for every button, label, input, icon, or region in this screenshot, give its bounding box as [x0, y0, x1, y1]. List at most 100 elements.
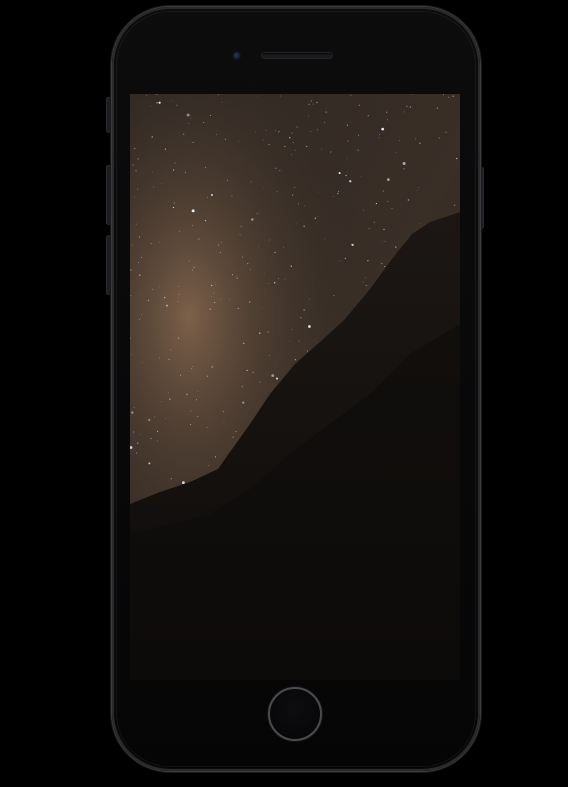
star — [317, 129, 319, 131]
star — [133, 431, 135, 433]
star — [387, 200, 389, 202]
star — [257, 246, 259, 247]
star — [292, 142, 294, 144]
star — [275, 167, 277, 169]
star — [350, 94, 352, 96]
star — [170, 478, 172, 480]
star — [191, 367, 193, 369]
star — [222, 411, 224, 413]
star — [384, 241, 386, 243]
star — [368, 227, 370, 229]
star — [156, 102, 158, 104]
star — [278, 278, 280, 279]
star — [226, 179, 229, 181]
power-button[interactable] — [480, 168, 483, 228]
star — [206, 426, 208, 428]
star — [235, 431, 237, 433]
mute-switch[interactable] — [107, 98, 110, 132]
star — [268, 354, 270, 356]
star — [242, 401, 245, 404]
star — [323, 122, 325, 123]
star — [262, 307, 264, 309]
star — [207, 375, 209, 377]
star — [166, 304, 168, 307]
star — [140, 292, 142, 294]
volume-down-button[interactable] — [107, 236, 110, 294]
star — [235, 276, 237, 278]
star — [137, 188, 139, 190]
star — [304, 205, 306, 207]
star — [150, 242, 152, 244]
star — [209, 114, 211, 116]
star — [134, 148, 136, 150]
star — [172, 169, 175, 171]
star — [220, 298, 222, 300]
star — [337, 193, 339, 195]
star — [316, 101, 318, 104]
star — [307, 115, 309, 117]
volume-up-button[interactable] — [107, 166, 110, 224]
star — [358, 104, 360, 106]
star — [172, 206, 175, 209]
star — [275, 377, 279, 380]
star — [309, 298, 311, 300]
star — [338, 260, 340, 261]
star — [247, 262, 249, 265]
star — [214, 456, 217, 458]
star — [159, 241, 160, 243]
star — [168, 358, 170, 361]
star — [274, 251, 276, 254]
star — [415, 138, 417, 140]
star — [308, 325, 311, 328]
star — [278, 131, 280, 133]
star — [417, 187, 419, 189]
star — [383, 228, 385, 231]
star — [137, 158, 139, 160]
star — [409, 106, 412, 108]
star — [303, 225, 305, 227]
star — [217, 244, 220, 246]
star — [196, 399, 197, 401]
star — [231, 195, 233, 197]
screen-wallpaper[interactable] — [130, 94, 460, 680]
star — [256, 212, 258, 214]
star — [291, 329, 293, 330]
star — [325, 111, 327, 113]
star — [387, 178, 390, 181]
star — [158, 101, 161, 104]
star — [381, 263, 383, 265]
star — [146, 94, 148, 96]
star — [448, 96, 450, 98]
star — [303, 309, 305, 311]
star — [177, 301, 179, 302]
star — [192, 366, 193, 367]
home-button[interactable] — [268, 687, 322, 741]
star — [338, 191, 340, 193]
star — [289, 137, 291, 139]
star — [367, 115, 369, 117]
star — [349, 180, 352, 183]
star — [174, 202, 175, 204]
star — [249, 301, 251, 303]
star — [131, 411, 134, 414]
star — [152, 171, 153, 173]
star — [150, 437, 152, 440]
star — [231, 274, 234, 276]
star — [360, 176, 362, 178]
star — [263, 187, 264, 189]
star — [131, 244, 133, 246]
star — [395, 246, 397, 248]
star — [265, 129, 267, 131]
star — [225, 138, 226, 140]
star — [306, 145, 308, 148]
star — [178, 286, 179, 287]
star — [207, 197, 208, 198]
star — [411, 94, 413, 96]
page — [0, 0, 568, 787]
star — [438, 137, 440, 139]
star — [269, 239, 271, 241]
star — [294, 186, 296, 188]
star — [294, 149, 296, 151]
star — [223, 421, 225, 423]
star — [373, 221, 375, 223]
